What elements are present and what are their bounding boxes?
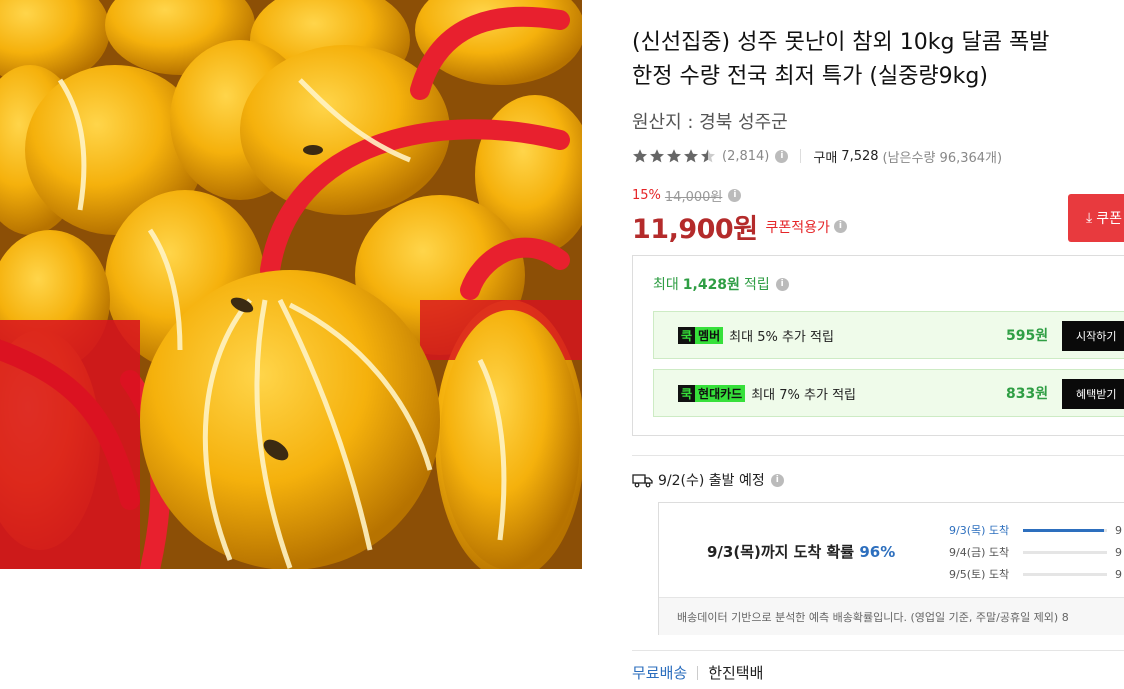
product-image xyxy=(0,0,582,569)
shipping-departure: 9/2(수) 출발 예정 i xyxy=(632,470,784,490)
star-icon xyxy=(700,148,716,164)
shipping-tags: 무료배송 한진택배 xyxy=(632,662,763,683)
divider xyxy=(697,665,699,680)
arrival-date-label: 9/4(금) 도착 xyxy=(949,546,1010,559)
get-benefit-button[interactable]: 혜택받기 xyxy=(1062,379,1124,409)
free-shipping-label: 무료배송 xyxy=(632,664,688,682)
original-price: 14,000원 xyxy=(664,190,723,205)
member-badge: 쿡 멤버 xyxy=(678,326,724,344)
truck-icon xyxy=(632,474,653,488)
arrival-date-list: 9/3(목) 도착 9 9/4(금) 도착 9 9/5(토) 도착 9 xyxy=(949,519,1122,585)
purchase-label: 구매 xyxy=(813,150,838,166)
arrival-date-label: 9/3(목) 도착 xyxy=(949,524,1010,537)
download-icon: ⤓ xyxy=(1086,210,1093,226)
arrival-date-percent: 9 xyxy=(1115,523,1122,537)
price-row: 11,900원 쿠폰적용가 i xyxy=(632,207,847,246)
carrier-name: 한진택배 xyxy=(708,664,764,682)
star-icon xyxy=(666,148,682,164)
info-icon[interactable]: i xyxy=(833,220,847,233)
benefit-amount: 833원 xyxy=(1006,386,1049,402)
badge-label: 현대카드 xyxy=(695,384,746,402)
remaining-stock: (남은수량 96,364개) xyxy=(882,150,1003,166)
product-info-panel: (신선집중) 성주 못난이 참외 10kg 달콤 폭발 한정 수량 전국 최저 … xyxy=(632,0,1124,689)
info-icon[interactable]: i xyxy=(770,473,784,487)
coupon-button-label: 쿠폰 xyxy=(1096,211,1122,227)
product-title-line2: 한정 수량 전국 최저 특가 (실중량9kg) xyxy=(632,64,988,89)
arrival-date-label: 9/5(토) 도착 xyxy=(949,568,1010,581)
arrival-date-row: 9/5(토) 도착 9 xyxy=(949,563,1122,585)
product-title: (신선집중) 성주 못난이 참외 10kg 달콤 폭발 한정 수량 전국 최저 … xyxy=(632,26,1124,94)
benefit-text: 최대 5% 추가 적립 xyxy=(729,329,834,345)
benefit-text: 최대 7% 추가 적립 xyxy=(751,387,856,403)
section-divider xyxy=(632,455,1124,456)
section-divider xyxy=(632,650,1124,651)
rating-row: (2,814) i 구매 7,528 (남은수량 96,364개) xyxy=(632,146,1002,166)
coupon-download-button[interactable]: ⤓ 쿠폰 xyxy=(1068,194,1124,242)
discount-row: 15% 14,000원 i xyxy=(632,186,742,205)
delivery-main: 9/3(목)까지 도착 확률 96% 9/3(목) 도착 9 9/4(금) 도착 9 9… xyxy=(659,503,1124,597)
departure-text: 9/2(수) 출발 예정 xyxy=(658,473,765,489)
badge-label: 멤버 xyxy=(695,326,724,344)
review-count[interactable]: (2,814) xyxy=(722,149,769,164)
card-badge: 쿡 현대카드 xyxy=(678,384,746,402)
star-icon xyxy=(683,148,699,164)
benefit-row-card: 쿡 현대카드 최대 7% 추가 적립 833원 혜택받기 xyxy=(653,369,1124,417)
benefit-row-member: 쿡 멤버 최대 5% 추가 적립 595원 시작하기 xyxy=(653,311,1124,359)
sale-price: 11,900원 xyxy=(632,214,758,245)
points-max-label: 최대 xyxy=(653,277,679,293)
arrival-probability-bar xyxy=(1023,528,1107,532)
star-icon xyxy=(649,148,665,164)
points-box: 최대 1,428원 적립 i 쿡 멤버 최대 5% 추가 적립 595원 시작하… xyxy=(632,255,1124,436)
arrival-probability-bar xyxy=(1023,572,1107,576)
badge-prefix: 쿡 xyxy=(678,384,696,402)
badge-prefix: 쿡 xyxy=(678,326,696,344)
probability-value: 96% xyxy=(859,543,896,561)
delivery-note: 배송데이터 기반으로 분석한 예측 배송확률입니다. (영업일 기준, 주말/공… xyxy=(659,597,1124,635)
discount-rate: 15% xyxy=(632,188,661,203)
info-icon[interactable]: i xyxy=(775,277,789,291)
arrival-date-row: 9/3(목) 도착 9 xyxy=(949,519,1122,541)
arrival-date-percent: 9 xyxy=(1115,567,1122,581)
origin-text: 원산지 : 경북 성주군 xyxy=(632,112,788,133)
info-icon[interactable]: i xyxy=(775,149,789,163)
info-icon[interactable]: i xyxy=(728,189,742,202)
arrival-date-percent: 9 xyxy=(1115,545,1122,559)
arrival-date-row: 9/4(금) 도착 9 xyxy=(949,541,1122,563)
points-earn-label: 적립 xyxy=(743,277,770,293)
star-icon xyxy=(632,148,648,164)
arrival-probability: 9/3(목)까지 도착 확률 96% xyxy=(707,541,895,562)
divider xyxy=(800,149,802,163)
rating-stars[interactable] xyxy=(632,148,716,164)
product-title-line1: (신선집중) 성주 못난이 참외 10kg 달콤 폭발 xyxy=(632,30,1050,55)
probability-label: 9/3(목)까지 도착 확률 xyxy=(707,543,855,561)
points-head: 최대 1,428원 적립 i xyxy=(653,274,789,294)
arrival-probability-bar xyxy=(1023,550,1107,554)
delivery-probability-box: 9/3(목)까지 도착 확률 96% 9/3(목) 도착 9 9/4(금) 도착 9 9… xyxy=(658,502,1124,635)
start-button[interactable]: 시작하기 xyxy=(1062,321,1124,351)
benefit-amount: 595원 xyxy=(1006,328,1049,344)
korean-melon-photo xyxy=(0,0,582,569)
points-max-amount: 1,428원 xyxy=(682,277,740,293)
coupon-applied-label: 쿠폰적용가 xyxy=(765,219,830,236)
arrival-probability-fill xyxy=(1023,528,1104,532)
purchase-count: 7,528 xyxy=(841,148,879,164)
